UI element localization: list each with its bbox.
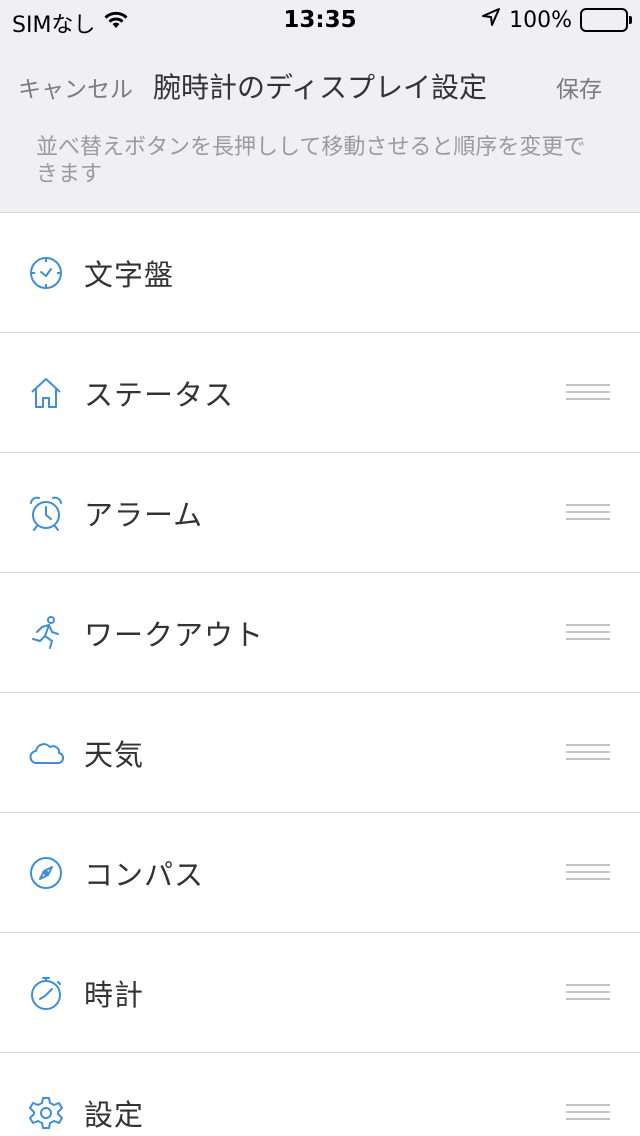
list-item-label: 設定 [84,1097,145,1132]
list-item-label: 天気 [84,737,145,772]
battery-icon [580,8,632,32]
list-item-label: 文字盤 [84,257,175,292]
home-icon [28,375,64,411]
compass-icon [28,855,64,891]
reorder-handle[interactable] [566,383,610,402]
status-right: 100% [481,7,632,33]
reorder-handle[interactable] [566,623,610,642]
list-item-compass[interactable]: コンパス [0,813,640,933]
list-item-label: ステータス [84,377,235,412]
page-title: 腕時計のディスプレイ設定 [152,71,488,104]
reorder-handle[interactable] [566,863,610,882]
location-arrow-icon [481,7,501,33]
status-bar: SIMなし 13:35 100% [0,0,640,40]
list-item-settings[interactable]: 設定 [0,1053,640,1136]
running-person-icon [28,615,64,651]
reorder-handle[interactable] [566,1103,610,1122]
list-item-label: アラーム [84,497,204,532]
reorder-handle[interactable] [566,503,610,522]
reorder-handle[interactable] [566,983,610,1002]
list-item-weather[interactable]: 天気 [0,693,640,813]
list-item-watch-face[interactable]: 文字盤 [0,213,640,333]
list-item-label: ワークアウト [84,617,265,652]
watch-face-icon [28,255,64,291]
header-area: SIMなし 13:35 100% キャンセル 腕時計のディスプレイ設定 保存 並… [0,0,640,213]
battery-percent: 100% [509,7,572,33]
list-item-label: 時計 [84,977,145,1012]
alarm-clock-icon [28,495,64,531]
reorder-handle[interactable] [566,743,610,762]
stopwatch-icon [28,975,64,1011]
list-item-clock[interactable]: 時計 [0,933,640,1053]
save-button[interactable]: 保存 [556,70,602,104]
list-item-status[interactable]: ステータス [0,333,640,453]
cloud-icon [28,735,64,771]
reorder-hint: 並べ替えボタンを長押しして移動させると順序を変更できます [0,128,640,213]
display-item-list: 文字盤 ステータス アラーム ワークアウト 天気 コンパス 時計 設定 [0,213,640,1136]
list-item-workout[interactable]: ワークアウト [0,573,640,693]
list-item-label: コンパス [84,857,205,892]
list-item-alarm[interactable]: アラーム [0,453,640,573]
gear-icon [28,1095,64,1131]
nav-bar: キャンセル 腕時計のディスプレイ設定 保存 [0,40,640,128]
